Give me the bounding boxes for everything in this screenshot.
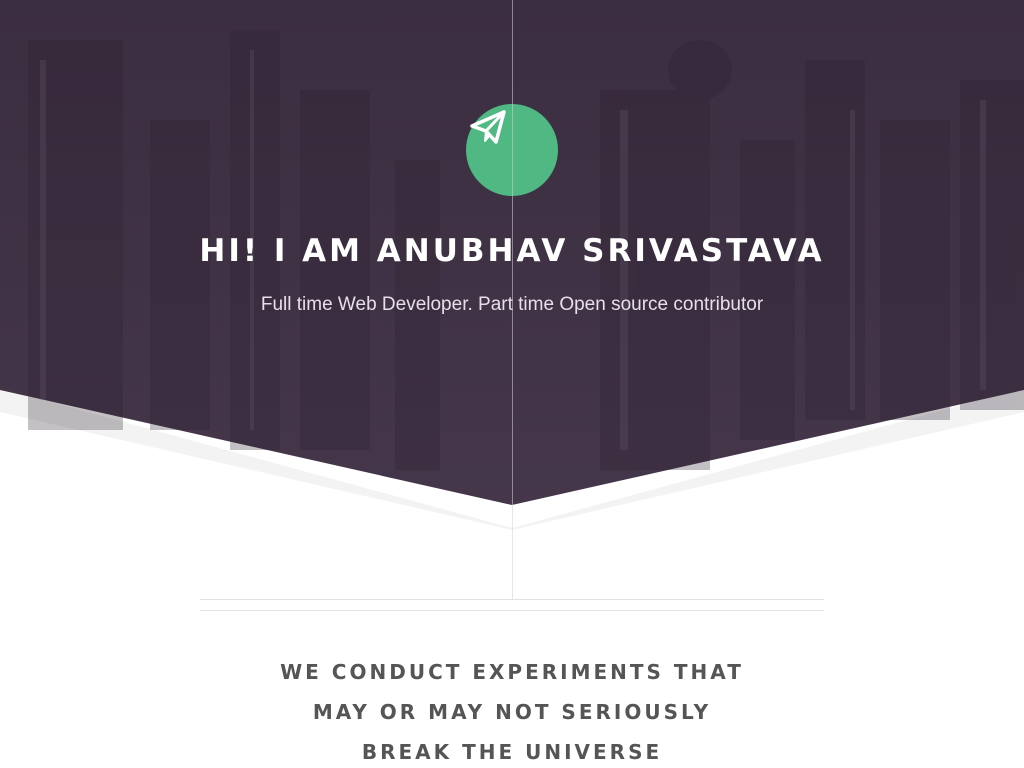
tagline-line: WE CONDUCT EXPERIMENTS THAT — [280, 660, 744, 684]
paper-plane-icon — [470, 110, 506, 144]
section-divider-bottom — [200, 610, 824, 611]
tagline: WE CONDUCT EXPERIMENTS THAT MAY OR MAY N… — [0, 652, 1024, 768]
page: HI! I AM ANUBHAV SRIVASTAVA Full time We… — [0, 0, 1024, 768]
tagline-line: MAY OR MAY NOT SERIOUSLY — [312, 700, 712, 724]
tagline-line: BREAK THE UNIVERSE — [361, 740, 663, 764]
center-divider-line — [512, 0, 513, 600]
section-divider-top — [200, 599, 824, 600]
